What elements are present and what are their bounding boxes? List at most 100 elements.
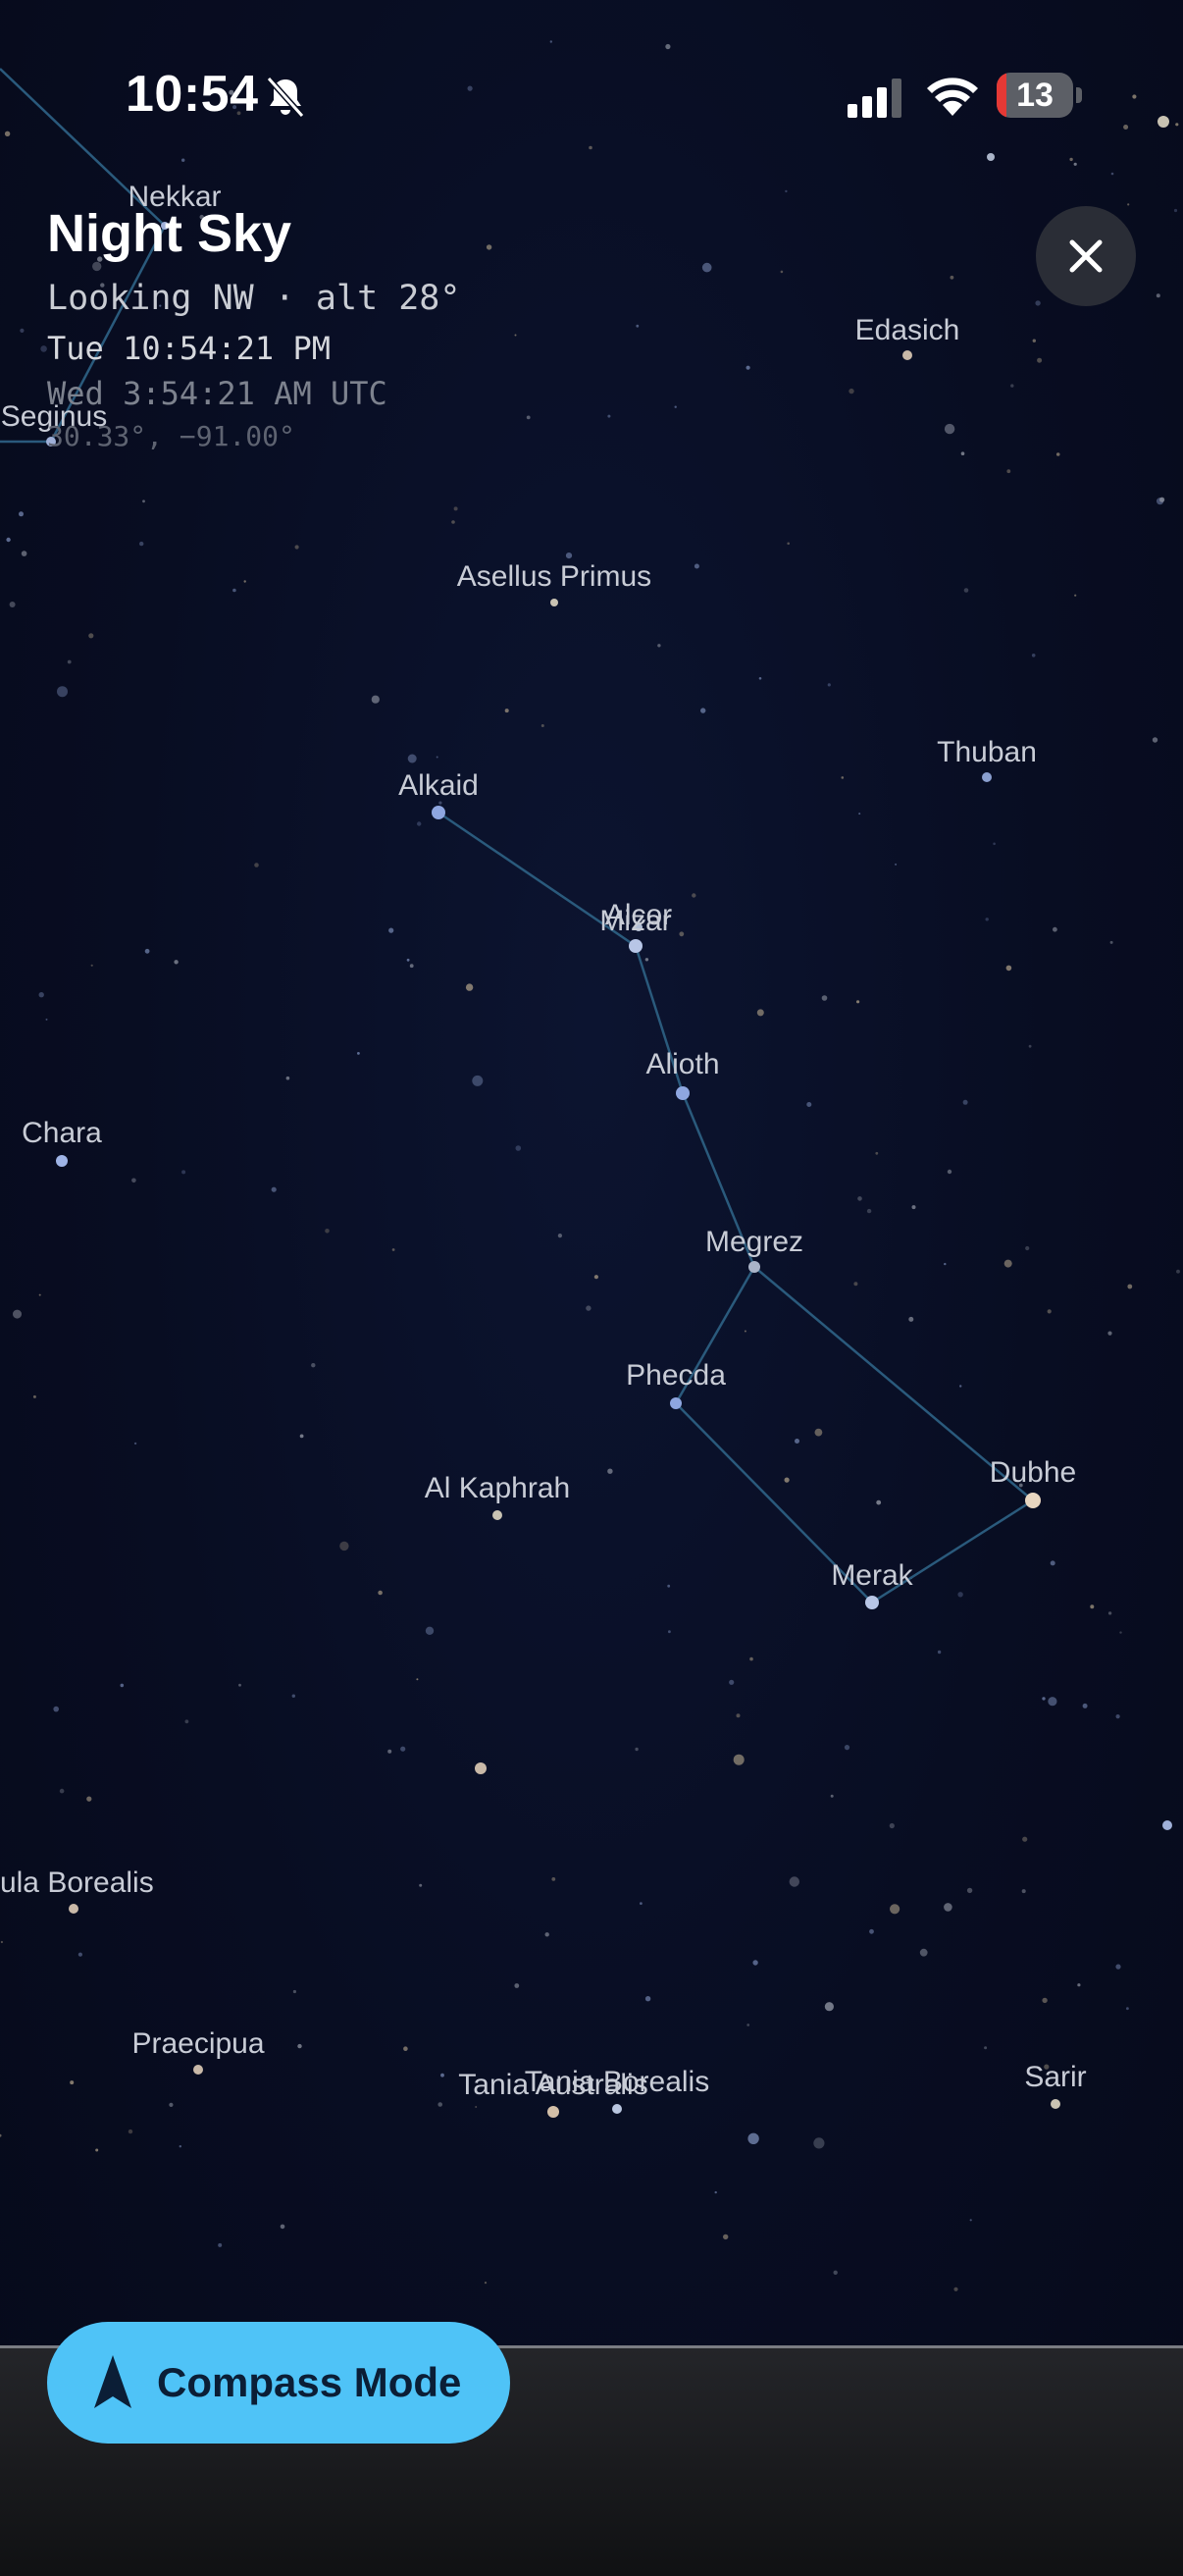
bright-star (475, 1762, 487, 1774)
field-star (866, 1208, 872, 1214)
field-star (746, 2024, 750, 2026)
field-star (1050, 1560, 1055, 1566)
star-merak[interactable] (865, 1596, 879, 1609)
field-star (1074, 594, 1077, 597)
field-star (857, 1196, 862, 1201)
field-star (960, 451, 965, 456)
star-al-kaphrah[interactable] (492, 1510, 502, 1520)
field-star (787, 542, 790, 546)
view-direction: Looking NW · alt 28° (47, 279, 461, 318)
field-star (425, 1626, 435, 1636)
field-star (985, 918, 989, 921)
field-star (407, 754, 417, 763)
field-star (70, 2080, 75, 2085)
field-star (1022, 1836, 1028, 1842)
field-star (806, 1102, 812, 1107)
sky-info-panel: Night Sky Looking NW · alt 28° Tue 10:54… (47, 202, 460, 452)
local-time: Tue 10:54:21 PM (47, 330, 331, 367)
star-mizar[interactable] (629, 939, 643, 953)
star-label: Chara (22, 1117, 102, 1149)
field-star (1010, 384, 1014, 388)
compass-mode-button[interactable]: Compass Mode (47, 2322, 510, 2444)
field-star (339, 1541, 349, 1551)
field-star (297, 2043, 302, 2049)
field-star (635, 1747, 639, 1752)
field-star (1176, 1269, 1180, 1274)
field-star (1159, 497, 1165, 502)
star-alioth[interactable] (676, 1086, 690, 1100)
star-tania-borealis[interactable] (612, 2104, 622, 2114)
field-star (736, 1713, 741, 1718)
star-chara[interactable] (56, 1155, 68, 1167)
field-star (908, 1316, 914, 1322)
field-star (59, 1788, 65, 1794)
star-praecipua[interactable] (193, 2065, 203, 2075)
field-star (1107, 1331, 1112, 1336)
field-star (515, 1145, 522, 1151)
field-star (853, 1282, 858, 1287)
star-edasich[interactable] (902, 350, 912, 360)
field-star (243, 580, 246, 583)
field-star (179, 2145, 181, 2148)
field-star (409, 964, 414, 969)
field-star (144, 948, 150, 954)
field-star (299, 1434, 304, 1439)
field-star (890, 1904, 900, 1915)
field-star (944, 423, 955, 435)
star-dubhe[interactable] (1025, 1493, 1041, 1508)
field-star (142, 499, 145, 503)
location-arrow-icon (94, 2355, 131, 2408)
field-star (232, 588, 236, 593)
star-tania-australis[interactable] (547, 2106, 559, 2118)
field-star (1156, 293, 1160, 298)
star-label: Edasich (855, 314, 960, 346)
field-star (291, 1694, 295, 1698)
field-star (514, 334, 517, 337)
field-star (254, 863, 259, 867)
coordinates: 30.33°, −91.00° (47, 420, 295, 452)
field-star (45, 1018, 48, 1021)
field-star (944, 1262, 947, 1266)
star-alula-borealis[interactable] (69, 1904, 78, 1914)
field-star (557, 1234, 563, 1238)
field-star (1077, 1983, 1081, 1987)
field-star (844, 1745, 850, 1751)
field-star (789, 1876, 799, 1887)
field-star (484, 2282, 488, 2285)
field-star (966, 1887, 973, 1894)
field-star (0, 1940, 3, 1944)
field-star (674, 405, 677, 408)
field-star (644, 1996, 651, 2002)
field-star (814, 1428, 823, 1437)
field-star (472, 1075, 484, 1086)
field-star (139, 541, 144, 547)
field-star (6, 537, 11, 543)
star-asellus-primus[interactable] (550, 599, 558, 606)
field-star (841, 776, 845, 779)
field-star (218, 2242, 223, 2247)
field-star (88, 633, 94, 639)
compass-mode-label: Compass Mode (157, 2359, 462, 2405)
field-star (607, 414, 611, 418)
star-label: Asellus Primus (457, 560, 651, 593)
field-star (733, 1754, 745, 1765)
field-star (723, 2234, 729, 2240)
field-star (875, 1151, 879, 1155)
star-sarir[interactable] (1051, 2099, 1060, 2109)
star-thuban[interactable] (982, 772, 992, 782)
field-star (969, 2219, 972, 2222)
star-megrez[interactable] (748, 1261, 760, 1273)
page-title: Night Sky (47, 204, 292, 263)
field-star (1028, 1044, 1032, 1048)
field-star (453, 506, 458, 511)
star-phecda[interactable] (670, 1397, 682, 1409)
close-button[interactable] (1036, 206, 1136, 306)
star-alkaid[interactable] (432, 806, 445, 819)
field-star (294, 545, 299, 550)
field-star (1082, 1703, 1088, 1709)
bell-slash-icon (266, 76, 305, 119)
star-label: Phecda (626, 1359, 726, 1392)
field-star (1109, 940, 1113, 944)
field-star (1037, 357, 1043, 363)
field-star (1006, 469, 1011, 474)
